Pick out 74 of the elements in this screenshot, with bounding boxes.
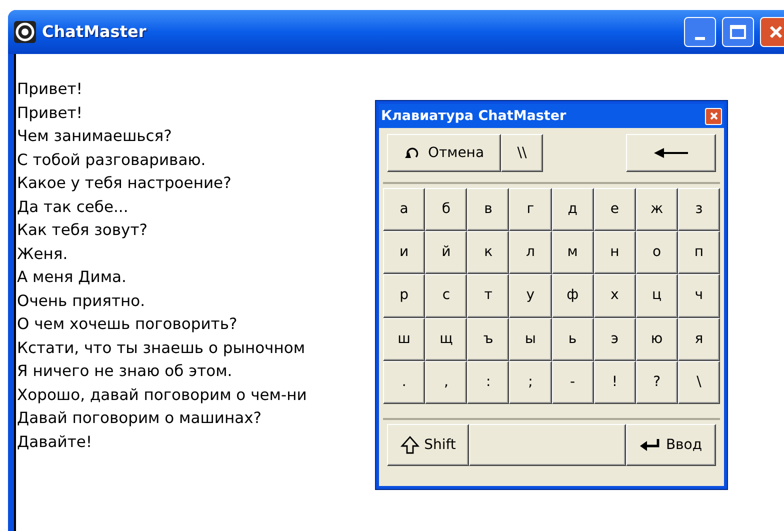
undo-button[interactable]: Отмена xyxy=(387,134,501,172)
window-title: ChatMaster xyxy=(42,21,146,43)
key[interactable]: й xyxy=(425,231,468,274)
chat-message: Привет! xyxy=(17,102,82,124)
chat-message: Женя. xyxy=(17,244,68,264)
enter-icon xyxy=(640,439,660,451)
chat-message: Какое у тебя настроение? xyxy=(17,173,232,194)
key[interactable]: ж xyxy=(636,188,678,232)
key[interactable]: а xyxy=(383,188,426,232)
key[interactable]: : xyxy=(467,360,510,404)
key[interactable]: з xyxy=(678,188,720,232)
key[interactable]: э xyxy=(594,318,636,361)
chat-message: Хорошо, давай поговорим о чем-ни xyxy=(17,384,307,406)
chat-message: Как тебя зовут? xyxy=(17,220,148,241)
chat-message: Давайте! xyxy=(17,432,92,452)
app-logo-icon xyxy=(14,21,36,43)
key[interactable]: х xyxy=(594,274,636,318)
chat-message: Давай поговорим о машинах? xyxy=(17,408,262,429)
key[interactable]: с xyxy=(425,274,468,318)
close-button[interactable] xyxy=(760,17,784,47)
key[interactable]: и xyxy=(383,231,426,274)
chat-message: Очень приятно. xyxy=(17,290,146,312)
key[interactable]: я xyxy=(678,318,720,361)
key[interactable]: ц xyxy=(636,274,678,318)
maximize-button[interactable] xyxy=(722,17,754,47)
key[interactable]: б xyxy=(425,188,468,232)
keyboard-title: Клавиатура ChatMaster xyxy=(381,106,566,126)
space-bar[interactable] xyxy=(469,424,626,466)
key[interactable]: ъ xyxy=(467,318,510,361)
close-icon xyxy=(708,111,718,121)
key[interactable]: ы xyxy=(509,318,552,361)
key[interactable]: т xyxy=(467,274,510,318)
key[interactable]: ю xyxy=(636,318,678,361)
key[interactable]: к xyxy=(467,231,510,274)
enter-button[interactable]: Ввод xyxy=(626,424,716,466)
key[interactable]: ф xyxy=(552,274,594,318)
key[interactable]: п xyxy=(678,231,720,274)
key[interactable]: ч xyxy=(678,274,720,318)
minimize-button[interactable] xyxy=(684,17,716,47)
key[interactable]: в xyxy=(467,188,510,232)
key[interactable]: о xyxy=(636,231,678,274)
key[interactable]: ь xyxy=(552,318,594,361)
chat-message: С тобой разговариваю. xyxy=(17,150,206,170)
chat-message: О чем хочешь поговорить? xyxy=(17,314,238,335)
key[interactable]: ш xyxy=(383,318,426,361)
key[interactable]: ? xyxy=(636,360,678,404)
key[interactable]: л xyxy=(509,231,552,274)
left-arrow-icon xyxy=(654,147,688,159)
key[interactable]: \ xyxy=(678,360,720,404)
chat-message: Кстати, что ты знаешь о рыночном xyxy=(17,338,306,358)
backslash-button[interactable]: \\ xyxy=(501,134,543,172)
chat-message: Да так себе... xyxy=(17,196,128,218)
up-arrow-icon xyxy=(400,435,420,455)
key[interactable]: м xyxy=(552,231,594,274)
chat-message: Привет! xyxy=(17,79,82,100)
close-button[interactable] xyxy=(705,108,722,124)
key[interactable]: ; xyxy=(509,360,552,404)
chat-message: А меня Дима. xyxy=(17,267,126,288)
key[interactable]: р xyxy=(383,274,426,318)
key[interactable]: д xyxy=(552,188,594,232)
key[interactable]: е xyxy=(594,188,636,232)
key[interactable]: у xyxy=(509,274,552,318)
key[interactable]: ! xyxy=(594,360,636,404)
key[interactable]: , xyxy=(425,360,468,404)
backspace-button[interactable] xyxy=(626,134,716,172)
key[interactable]: . xyxy=(383,360,426,404)
chat-message: Я ничего не знаю об этом. xyxy=(17,361,232,382)
key[interactable]: щ xyxy=(425,318,468,361)
key[interactable]: н xyxy=(594,231,636,274)
chat-message: Чем занимаешься? xyxy=(17,126,172,147)
key[interactable]: - xyxy=(552,360,594,404)
shift-button[interactable]: Shift xyxy=(387,424,469,466)
close-icon xyxy=(768,24,784,40)
key[interactable]: г xyxy=(509,188,552,232)
